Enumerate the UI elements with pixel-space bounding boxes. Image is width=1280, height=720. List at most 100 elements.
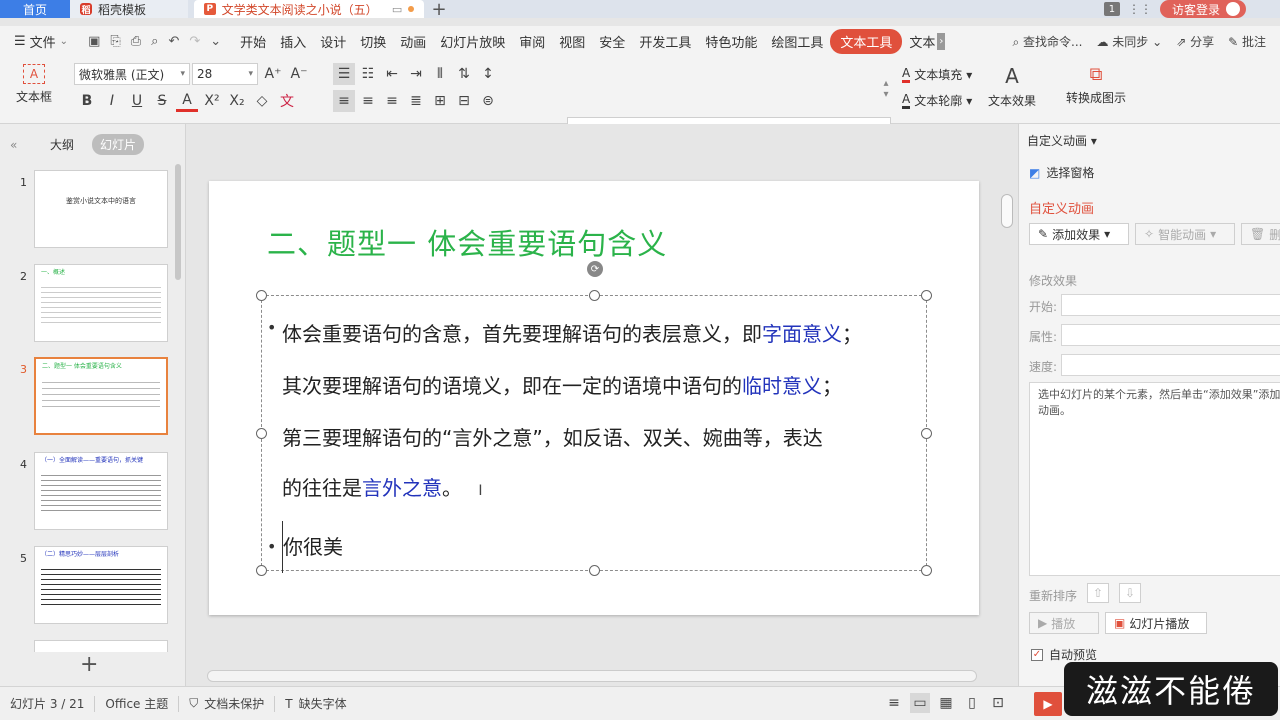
font-name-select[interactable]: 微软雅黑 (正文) ▾ [74,63,190,85]
menu-item-drawing-tools[interactable]: 绘图工具 [764,32,830,51]
resize-handle[interactable] [921,428,932,439]
slide-thumbnail[interactable]: 3 二、题型一 体会重要语句含义 [0,357,176,437]
add-slide-icon[interactable]: + [80,652,98,677]
selection-pane-button[interactable]: ◩ 选择窗格 [1029,164,1094,181]
bullets-icon[interactable]: ☰ [333,63,355,85]
redo-icon[interactable]: ↷ [189,34,200,49]
animation-list[interactable]: 选中幻灯片的某个元素，然后单击“添加效果”添加动画。 [1029,382,1280,576]
shrink-font-icon[interactable]: A⁻ [288,63,310,85]
menu-item-devtools[interactable]: 开发工具 [632,32,698,51]
slide-thumbnail[interactable]: 1 鉴赏小说文本中的语言 [0,170,176,250]
slide-thumbnail[interactable]: 2 一、概述 [0,264,176,344]
move-up-button[interactable]: ⇧ [1087,583,1109,603]
resize-handle[interactable] [256,290,267,301]
textbox-button[interactable]: A 文本框 [14,64,54,120]
resize-handle[interactable] [921,290,932,301]
tab-document[interactable]: P 文学类文本阅读之小说（五） ▭ [194,0,424,18]
resize-handle[interactable] [256,565,267,576]
theme-name[interactable]: Office 主题 [95,695,178,712]
underline-icon[interactable]: U [126,90,148,112]
window-count-badge[interactable]: 1 [1103,2,1120,16]
command-search[interactable]: ⌕ 查找命令... [1012,33,1082,50]
distribute-icon[interactable]: ⊞ [429,90,451,112]
visitor-login-button[interactable]: 访客登录 [1159,0,1246,18]
thumbnail-scrollbar[interactable] [175,164,181,280]
align-left-icon[interactable]: ≡ [333,90,355,112]
superscript-icon[interactable]: X² [201,90,223,112]
menu-item-insert[interactable]: 插入 [273,32,313,51]
slide-thumbnail-partial[interactable] [34,640,168,652]
slide-title[interactable]: 二、题型一 体会重要语句含义 [267,221,667,263]
new-tab-button[interactable]: + [424,0,454,20]
sync-status[interactable]: ☁ 未同步 ⌄ [1096,33,1162,50]
line-spacing-icon[interactable]: ↕ [477,63,499,85]
menu-item-transition[interactable]: 切换 [353,32,393,51]
menu-item-design[interactable]: 设计 [313,32,353,51]
protection-status[interactable]: ⛉ 文档未保护 [179,695,274,712]
body-line-1[interactable]: 体会重要语句的含意，首先要理解语句的表层意义，即字面意义； [282,308,922,360]
panel-header[interactable]: 自定义动画 ▾ [1027,132,1097,149]
move-down-button[interactable]: ⇩ [1119,583,1141,603]
body-line-4[interactable]: 的往往是言外之意。 I [282,462,922,517]
strikethrough-icon[interactable]: S [151,90,173,112]
tab-outline[interactable]: 大纲 [42,134,82,155]
italic-icon[interactable]: I [101,90,123,112]
align-center-icon[interactable]: ≡ [357,90,379,112]
align-right-icon[interactable]: ≡ [381,90,403,112]
slide-thumbnail[interactable]: 5 （二）精思巧妙——层层剖析 [0,546,176,626]
window-menu-icon[interactable]: ⋮⋮ [1128,2,1152,16]
save-icon[interactable]: ▣ [88,34,100,49]
body-line-3[interactable]: 第三要理解语句的“言外之意”，如反语、双关、婉曲等，表达 [282,412,922,464]
property-select[interactable] [1061,324,1280,346]
autopreview-checkbox[interactable]: ✓ 自动预览 [1031,646,1097,663]
menu-item-animation[interactable]: 动画 [393,32,433,51]
comment-button[interactable]: ✎ 批注 [1228,33,1266,50]
notes-icon[interactable]: ≡ [884,693,904,713]
presenter-view-icon[interactable]: ⊡ [988,693,1008,713]
normal-view-icon[interactable]: ▭ [910,693,930,713]
tab-home[interactable]: 首页 [0,0,70,18]
print-icon[interactable]: ⎙ [131,34,141,49]
speed-select[interactable] [1061,354,1280,376]
align-text-icon[interactable]: ⊟ [453,90,475,112]
numbering-icon[interactable]: ☷ [357,63,379,85]
font-color-icon[interactable]: A [176,90,198,112]
resize-handle[interactable] [589,290,600,301]
text-direction-icon[interactable]: ⇅ [453,63,475,85]
start-slideshow-button[interactable]: ▶ [1034,692,1062,716]
menu-item-features[interactable]: 特色功能 [698,32,764,51]
sorter-view-icon[interactable]: ▦ [936,693,956,713]
customize-icon[interactable]: ⌄ [210,34,221,49]
export-icon[interactable]: ⎘ [110,34,120,49]
menu-item-view[interactable]: 视图 [552,32,592,51]
text-outline-button[interactable]: A 文本轮廓 ▾ [902,92,972,109]
smart-animation-button[interactable]: ✧ 智能动画 ▾ [1135,223,1235,245]
increase-indent-icon[interactable]: ⇥ [405,63,427,85]
resize-handle[interactable] [921,565,932,576]
justify-icon[interactable]: ≣ [405,90,427,112]
columns-icon[interactable]: ⦀ [429,63,451,85]
text-effect-button[interactable]: A 文本效果 [988,64,1036,109]
share-button[interactable]: ⇗ 分享 [1176,33,1214,50]
font-size-select[interactable]: 28 ▾ [192,63,258,85]
file-menu[interactable]: ☰ 文件 ⌄ [0,32,76,51]
tab-slides[interactable]: 幻灯片 [92,134,145,155]
chevron-right-icon[interactable]: › [937,32,946,50]
menu-item-slideshow[interactable]: 幻灯片放映 [433,32,512,51]
menu-item-text[interactable]: 文本 [902,32,937,51]
phonetic-icon[interactable]: 文 [276,90,298,112]
reading-view-icon[interactable]: ▯ [962,693,982,713]
undo-icon[interactable]: ↶ [168,34,179,49]
decrease-indent-icon[interactable]: ⇤ [381,63,403,85]
body-line-5[interactable]: 你很美 [282,521,922,573]
rotate-handle-icon[interactable]: ⟳ [587,261,603,277]
start-select[interactable] [1061,294,1280,316]
tab-template[interactable]: 稻 稻壳模板 [70,0,188,18]
collapse-panel-icon[interactable]: « [10,138,32,152]
add-effect-button[interactable]: ✎ 添加效果 ▾ [1029,223,1129,245]
delete-button[interactable]: 🗑 删 [1241,223,1280,245]
clear-format-icon[interactable]: ◇ [251,90,273,112]
subscript-icon[interactable]: X₂ [226,90,248,112]
bold-icon[interactable]: B [76,90,98,112]
paragraph-spacing-icon[interactable]: ⊜ [477,90,499,112]
